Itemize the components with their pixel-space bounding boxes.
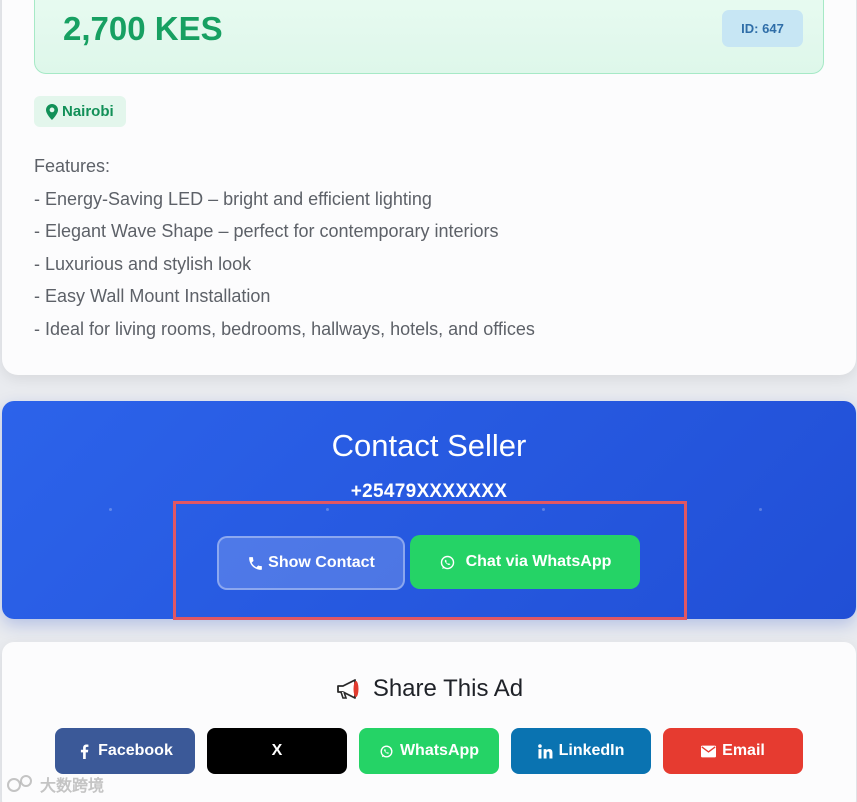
price-box: 2,700 KES ID: 647 [34,0,824,74]
share-title-text: Share This Ad [372,675,524,702]
description-line: - Easy Wall Mount Installation [34,286,271,306]
watermark-logo-icon [7,775,32,792]
decorative-dot [759,508,762,511]
share-card: Share This Ad Facebook X WhatsApp Linked… [2,642,856,802]
share-whatsapp-label: WhatsApp [399,742,480,759]
envelope-icon [701,745,717,757]
id-badge: ID: 647 [722,10,803,47]
contact-seller-card: Contact Seller +25479XXXXXXX Show Contac… [2,401,856,620]
phone-icon [249,556,263,570]
share-email-label: Email [722,742,765,759]
show-contact-label: Show Contact [268,554,375,571]
share-facebook-label: Facebook [98,742,173,759]
share-linkedin-button[interactable]: LinkedIn [511,728,651,774]
share-x-button[interactable]: X [207,728,347,774]
contact-phone: +25479XXXXXXX [350,481,508,502]
location-label: Nairobi [62,103,114,120]
megaphone-icon [336,679,359,699]
description: Features: - Energy-Saving LED – bright a… [34,150,535,345]
description-line: - Luxurious and stylish look [34,253,252,274]
show-contact-button[interactable]: Show Contact [217,536,405,590]
share-x-label: X [271,742,283,759]
location-tag: Nairobi [34,96,126,127]
facebook-icon [81,744,89,759]
price: 2,700 KES [63,10,223,47]
whatsapp-icon [440,555,454,569]
share-title: Share This Ad [2,675,856,703]
chat-whatsapp-label: Chat via WhatsApp [465,553,612,570]
contact-title: Contact Seller [331,428,527,463]
description-line: - Ideal for living rooms, bedrooms, hall… [34,318,535,339]
listing-details-card: 2,700 KES ID: 647 Nairobi Features: - En… [2,0,856,375]
map-pin-icon [46,103,58,120]
share-whatsapp-button[interactable]: WhatsApp [359,728,499,774]
chat-whatsapp-button[interactable]: Chat via WhatsApp [410,535,640,589]
watermark-text: 大数跨境 [40,778,105,795]
share-facebook-button[interactable]: Facebook [55,728,195,774]
description-line: - Elegant Wave Shape – perfect for conte… [34,221,499,241]
share-linkedin-label: LinkedIn [558,742,625,759]
watermark: 大数跨境 [6,772,104,796]
linkedin-icon [537,743,553,759]
description-line: Features: [34,156,111,176]
whatsapp-icon [380,745,393,757]
description-line: - Energy-Saving LED – bright and efficie… [34,188,432,209]
decorative-dot [109,508,112,511]
share-email-button[interactable]: Email [663,728,803,774]
